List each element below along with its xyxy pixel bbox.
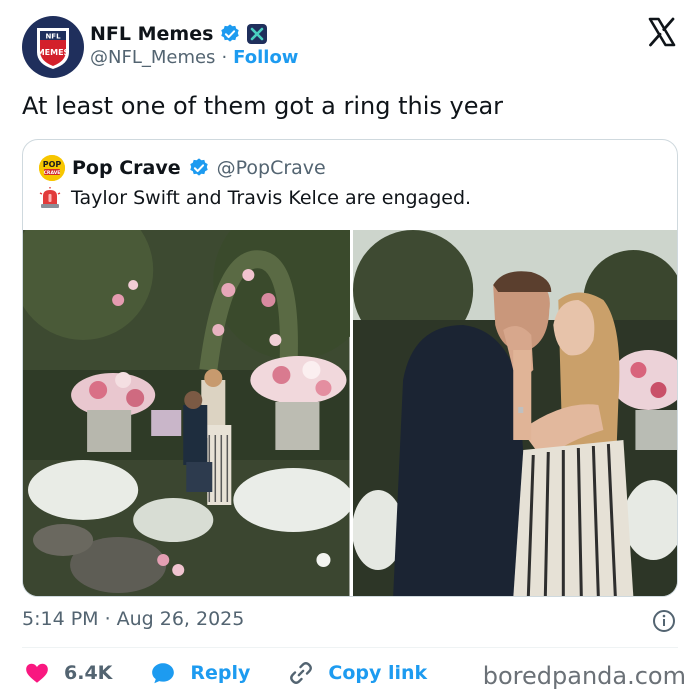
- timestamp-separator: ·: [104, 608, 111, 630]
- tweet-text: At least one of them got a ring this yea…: [22, 92, 504, 120]
- svg-text:CRAVE: CRAVE: [44, 170, 61, 176]
- heart-icon: [26, 663, 48, 683]
- nfl-memes-shield-logo: NFL MEMES: [37, 28, 70, 69]
- author-handle-row: @NFL_Memes · Follow: [90, 47, 298, 68]
- tweet-timestamp[interactable]: 5:14 PM · Aug 26, 2025: [22, 608, 244, 630]
- siren-emoji-icon: [39, 187, 61, 208]
- copy-link-button[interactable]: Copy link: [288, 660, 427, 686]
- info-icon[interactable]: [652, 609, 676, 633]
- reply-label: Reply: [190, 662, 251, 684]
- author-handle[interactable]: @NFL_Memes: [90, 47, 215, 68]
- svg-text:MEMES: MEMES: [37, 48, 70, 57]
- author-name[interactable]: NFL Memes: [90, 23, 213, 45]
- quoted-author-name[interactable]: Pop Crave: [72, 157, 181, 179]
- quoted-verified-badge-icon: [189, 158, 208, 176]
- svg-text:POP: POP: [43, 160, 62, 169]
- actions-divider: [22, 647, 678, 648]
- quoted-post-text: Taylor Swift and Travis Kelce are engage…: [71, 187, 472, 209]
- x-logo-icon[interactable]: [646, 16, 678, 48]
- separator-dot: ·: [221, 47, 228, 68]
- source-watermark: boredpanda.com: [482, 662, 686, 690]
- garden-proposal-image: [23, 230, 350, 596]
- affiliate-badge-icon: [247, 24, 268, 44]
- tweet-actions: 6.4K Reply Copy link: [24, 658, 465, 688]
- quoted-media-grid: [23, 230, 677, 596]
- like-count: 6.4K: [64, 662, 113, 684]
- like-button[interactable]: 6.4K: [24, 660, 112, 686]
- photo-garden-proposal[interactable]: [23, 230, 350, 596]
- reply-button[interactable]: Reply: [150, 660, 250, 686]
- follow-button[interactable]: Follow: [233, 47, 298, 68]
- verified-badge-icon: [221, 24, 240, 42]
- copy-link-label: Copy link: [328, 662, 428, 684]
- reply-bubble-icon: [152, 663, 175, 684]
- photo-couple-embrace[interactable]: [352, 230, 677, 596]
- quoted-post-text-row: Taylor Swift and Travis Kelce are engage…: [39, 187, 471, 209]
- couple-embrace-image: [352, 230, 677, 596]
- tweet-time: 5:14 PM: [22, 608, 99, 630]
- tweet-date: Aug 26, 2025: [116, 608, 245, 630]
- link-icon: [290, 662, 313, 684]
- pop-crave-logo: POP CRAVE: [39, 155, 65, 181]
- author-avatar[interactable]: NFL MEMES: [22, 16, 84, 78]
- svg-text:NFL: NFL: [45, 33, 61, 41]
- author-name-row: NFL Memes: [90, 20, 268, 48]
- quoted-post[interactable]: POP CRAVE Pop Crave @PopCrave Taylor Swi…: [22, 139, 678, 597]
- quoted-author-handle[interactable]: @PopCrave: [217, 157, 326, 179]
- quoted-post-header: POP CRAVE Pop Crave @PopCrave: [39, 155, 326, 181]
